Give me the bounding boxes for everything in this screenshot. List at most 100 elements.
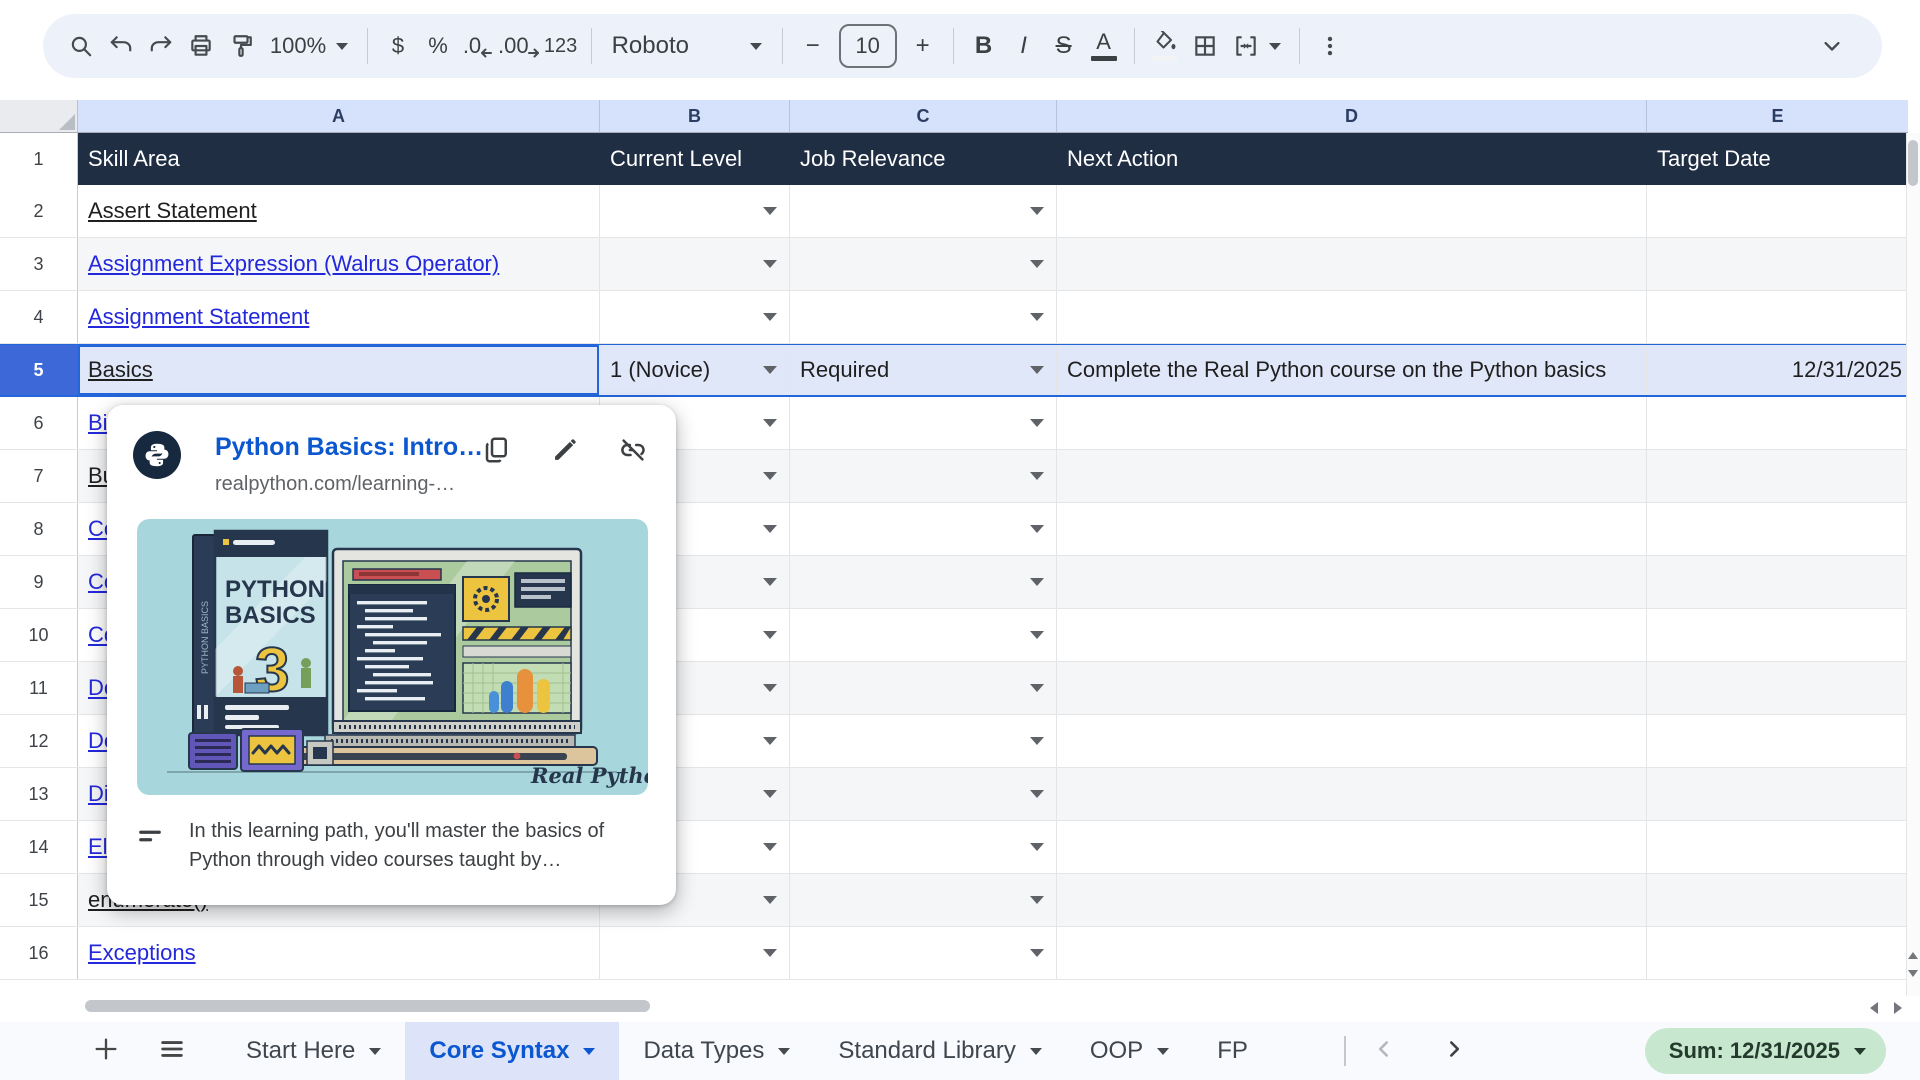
cell-action[interactable] (1057, 238, 1647, 290)
currency-format-button[interactable]: $ (378, 23, 418, 69)
dropdown-icon[interactable] (763, 631, 777, 639)
zoom-select[interactable]: 100% (261, 23, 357, 69)
cell-relevance[interactable] (790, 291, 1057, 343)
cell-relevance[interactable] (790, 238, 1057, 290)
tab-fp[interactable]: FP (1193, 1022, 1258, 1080)
column-header-a[interactable]: A (78, 100, 600, 133)
remove-link-button[interactable] (616, 435, 650, 469)
row-header[interactable]: 15 (0, 874, 78, 926)
cell-date[interactable] (1647, 609, 1908, 661)
dropdown-icon[interactable] (1030, 525, 1044, 533)
copy-link-button[interactable] (480, 435, 514, 469)
text-color-button[interactable]: A (1084, 23, 1124, 69)
dropdown-icon[interactable] (1030, 419, 1044, 427)
cell-relevance[interactable] (790, 662, 1057, 714)
skill-link[interactable]: Exceptions (88, 940, 196, 966)
more-toolbar-options-button[interactable] (1310, 23, 1350, 69)
scroll-right-icon[interactable] (1894, 1002, 1902, 1014)
scroll-down-icon[interactable] (1908, 970, 1918, 977)
header-cell-level[interactable]: Current Level (600, 133, 790, 185)
dropdown-icon[interactable] (1030, 949, 1044, 957)
row-header[interactable]: 12 (0, 715, 78, 767)
cell-relevance[interactable] (790, 503, 1057, 555)
cell-skill[interactable]: Exceptions (78, 927, 600, 979)
cell-relevance[interactable] (790, 450, 1057, 502)
all-sheets-button[interactable] (152, 1031, 192, 1071)
cell-level[interactable] (600, 185, 790, 237)
row-header[interactable]: 6 (0, 397, 78, 449)
cell-skill[interactable]: Assignment Statement (78, 291, 600, 343)
dropdown-icon[interactable] (763, 525, 777, 533)
fill-color-button[interactable] (1145, 23, 1185, 69)
dropdown-icon[interactable] (1030, 313, 1044, 321)
cell-action[interactable] (1057, 715, 1647, 767)
cell-date[interactable] (1647, 662, 1908, 714)
cell-relevance[interactable] (790, 768, 1057, 820)
cell-relevance[interactable] (790, 927, 1057, 979)
borders-button[interactable] (1185, 23, 1225, 69)
dropdown-icon[interactable] (763, 949, 777, 957)
row-header[interactable]: 16 (0, 927, 78, 979)
cell-action[interactable] (1057, 662, 1647, 714)
cell-action[interactable] (1057, 768, 1647, 820)
dropdown-icon[interactable] (763, 207, 777, 215)
vertical-scrollbar-track[interactable] (1906, 133, 1920, 996)
increase-font-size-button[interactable]: + (903, 23, 943, 69)
decrease-decimal-button[interactable]: .0 (458, 23, 498, 69)
cell-action[interactable] (1057, 874, 1647, 926)
cell-relevance[interactable]: Required (790, 345, 1057, 395)
tab-data-types[interactable]: Data Types (619, 1022, 814, 1080)
cell-date[interactable] (1647, 397, 1908, 449)
cell-action[interactable] (1057, 927, 1647, 979)
cell-date[interactable] (1647, 556, 1908, 608)
cell-level[interactable] (600, 291, 790, 343)
undo-button[interactable] (101, 23, 141, 69)
cell-action[interactable] (1057, 503, 1647, 555)
dropdown-icon[interactable] (763, 313, 777, 321)
tab-oop[interactable]: OOP (1066, 1022, 1193, 1080)
row-header[interactable]: 8 (0, 503, 78, 555)
cell-relevance[interactable] (790, 874, 1057, 926)
skill-link[interactable]: Basics (88, 357, 153, 383)
increase-decimal-button[interactable]: .00 (498, 23, 541, 69)
dropdown-icon[interactable] (1030, 737, 1044, 745)
prev-sheets-button[interactable] (1368, 1035, 1400, 1067)
row-header[interactable]: 11 (0, 662, 78, 714)
dropdown-icon[interactable] (763, 790, 777, 798)
dropdown-icon[interactable] (1030, 366, 1044, 374)
header-cell-relevance[interactable]: Job Relevance (790, 133, 1057, 185)
column-header-b[interactable]: B (600, 100, 790, 133)
cell-date[interactable] (1647, 768, 1908, 820)
cell-date[interactable] (1647, 927, 1908, 979)
cell-action[interactable] (1057, 609, 1647, 661)
horizontal-scrollbar[interactable] (85, 1000, 650, 1012)
skill-link[interactable]: Assignment Expression (Walrus Operator) (88, 251, 499, 277)
dropdown-icon[interactable] (763, 366, 777, 374)
skill-link[interactable]: El (88, 834, 108, 860)
row-header[interactable]: 14 (0, 821, 78, 873)
cell-level[interactable] (600, 238, 790, 290)
dropdown-icon[interactable] (1030, 207, 1044, 215)
dropdown-icon[interactable] (1030, 631, 1044, 639)
dropdown-icon[interactable] (763, 260, 777, 268)
sum-status-badge[interactable]: Sum: 12/31/2025 (1645, 1028, 1886, 1074)
dropdown-icon[interactable] (763, 472, 777, 480)
skill-link[interactable]: Bi (88, 410, 108, 436)
row-header[interactable]: 5 (0, 345, 78, 395)
column-header-c[interactable]: C (790, 100, 1057, 133)
row-header[interactable]: 9 (0, 556, 78, 608)
dropdown-icon[interactable] (1030, 578, 1044, 586)
cell-date[interactable] (1647, 821, 1908, 873)
header-cell-action[interactable]: Next Action (1057, 133, 1647, 185)
row-header[interactable]: 4 (0, 291, 78, 343)
skill-link[interactable]: Assert Statement (88, 198, 257, 224)
cell-action[interactable] (1057, 185, 1647, 237)
cell-date[interactable] (1647, 503, 1908, 555)
dropdown-icon[interactable] (763, 896, 777, 904)
next-sheets-button[interactable] (1438, 1035, 1470, 1067)
row-header[interactable]: 7 (0, 450, 78, 502)
row-header[interactable]: 1 (0, 133, 78, 185)
cell-skill[interactable]: Assignment Expression (Walrus Operator) (78, 238, 600, 290)
edit-link-button[interactable] (548, 435, 582, 469)
cell-action[interactable]: Complete the Real Python course on the P… (1057, 345, 1647, 395)
